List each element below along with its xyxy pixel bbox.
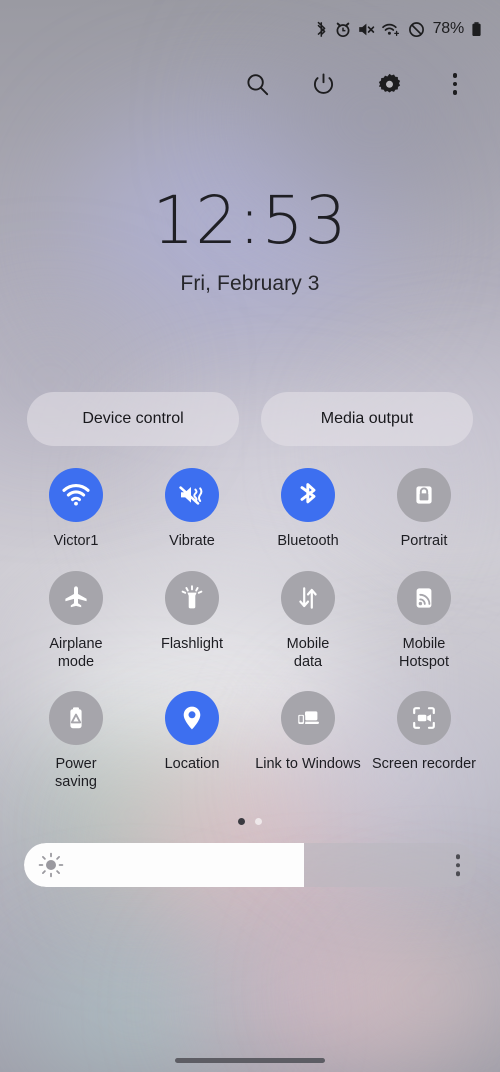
quick-tile-label: Airplane mode xyxy=(49,635,103,670)
location-pin-icon xyxy=(165,691,219,746)
mobile-data-icon xyxy=(281,570,335,625)
flashlight-icon xyxy=(165,570,219,625)
quick-panel-toolbar xyxy=(0,58,500,110)
quick-tile-flashlight[interactable]: Flashlight xyxy=(134,570,250,672)
more-options-dots xyxy=(452,73,458,95)
home-gesture-bar[interactable] xyxy=(175,1058,325,1063)
clock-area: 12:53 Fri, February 3 xyxy=(0,188,500,296)
do-not-disturb-icon xyxy=(408,21,425,38)
quick-tile-bluetooth[interactable]: Bluetooth xyxy=(250,468,366,551)
battery-icon xyxy=(471,21,482,38)
quick-tile-label: Victor1 xyxy=(53,533,99,549)
quick-tile-airplane-mode[interactable]: Airplane mode xyxy=(18,570,134,672)
bluetooth-icon xyxy=(281,468,335,522)
vibrate-icon xyxy=(165,468,219,522)
bluetooth-icon xyxy=(315,21,328,38)
battery-percent-label: 78% xyxy=(432,20,465,37)
media-output-label: Media output xyxy=(320,410,414,427)
rotation-lock-icon xyxy=(397,468,451,522)
quick-tile-wifi[interactable]: Victor1 xyxy=(18,468,134,551)
quick-settings-panel: 78% 12:53 Fri, February 3 Device control… xyxy=(0,0,500,1072)
quick-tile-label: Location xyxy=(164,756,220,773)
device-control-button[interactable]: Device control xyxy=(27,392,239,446)
quick-tile-portrait[interactable]: Portrait xyxy=(366,468,482,551)
quick-tile-screen-recorder[interactable]: Screen recorder xyxy=(366,691,482,792)
wifi-icon xyxy=(381,21,401,38)
quick-tile-mobile-hotspot[interactable]: Mobile Hotspot xyxy=(366,570,482,672)
quick-tile-label: Vibrate xyxy=(169,533,215,549)
quick-tile-label: Link to Windows xyxy=(255,756,361,773)
status-bar: 78% xyxy=(0,0,500,58)
wifi-icon xyxy=(49,468,103,522)
power-saving-icon xyxy=(49,691,103,746)
quick-tile-label: Mobile data xyxy=(286,635,330,670)
mute-icon xyxy=(358,21,375,38)
power-icon[interactable] xyxy=(308,69,338,99)
link-to-windows-icon xyxy=(281,691,335,746)
quick-tile-label: Bluetooth xyxy=(277,533,339,549)
quick-tile-mobile-data[interactable]: Mobile data xyxy=(250,570,366,672)
brightness-more-options-icon[interactable] xyxy=(455,854,460,876)
page-indicator xyxy=(0,818,500,826)
brightness-slider-fill xyxy=(24,843,305,888)
quick-tile-link-to-windows[interactable]: Link to Windows xyxy=(250,691,366,792)
alarm-icon xyxy=(335,21,351,38)
search-icon[interactable] xyxy=(242,69,272,99)
screen-recorder-icon xyxy=(397,691,451,746)
brightness-row xyxy=(0,843,500,888)
quick-tile-label: Mobile Hotspot xyxy=(399,635,449,670)
media-output-button[interactable]: Media output xyxy=(261,392,473,446)
gear-icon[interactable] xyxy=(374,69,404,99)
navigation-bar xyxy=(0,1058,500,1063)
device-control-label: Device control xyxy=(82,410,184,427)
quick-tile-label: Screen recorder xyxy=(372,756,476,773)
clock-time: 12:53 xyxy=(152,182,348,259)
quick-tile-location[interactable]: Location xyxy=(134,691,250,792)
clock-date: Fri, February 3 xyxy=(180,272,320,295)
brightness-slider[interactable] xyxy=(24,843,476,888)
quick-tile-label: Portrait xyxy=(400,533,448,549)
quick-tile-label: Power saving xyxy=(55,756,97,791)
quick-settings-grid: Victor1 Vibrate Bluetooth Portrait Airpl… xyxy=(0,468,500,792)
more-options-icon[interactable] xyxy=(440,69,470,99)
quick-tile-vibrate[interactable]: Vibrate xyxy=(134,468,250,551)
airplane-icon xyxy=(49,570,103,625)
brightness-sun-icon xyxy=(38,852,64,878)
quick-tile-label: Flashlight xyxy=(160,635,224,652)
hotspot-icon xyxy=(397,570,451,625)
page-dot[interactable] xyxy=(255,818,262,826)
page-dot-active[interactable] xyxy=(238,818,245,826)
quick-tile-power-saving[interactable]: Power saving xyxy=(18,691,134,792)
panel-shortcut-buttons: Device control Media output xyxy=(0,392,500,446)
